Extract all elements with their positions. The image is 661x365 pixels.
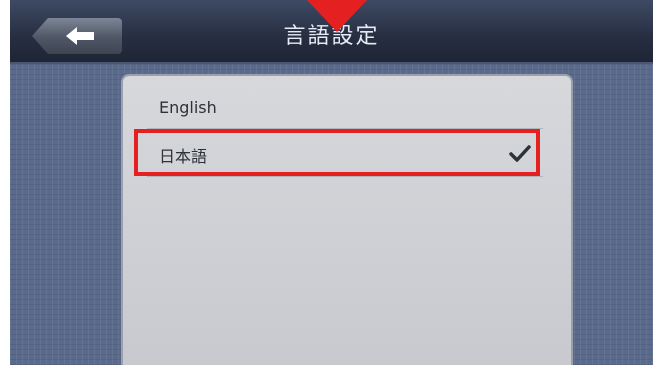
- selection-highlight-box: [134, 129, 540, 176]
- language-option-english[interactable]: English: [153, 89, 535, 125]
- language-option-label: English: [159, 97, 217, 117]
- divider: [147, 176, 543, 177]
- pointer-arrow: [307, 0, 367, 32]
- device-screen: 言語設定 English 日本語: [10, 0, 653, 365]
- language-list-panel: English 日本語: [121, 74, 573, 365]
